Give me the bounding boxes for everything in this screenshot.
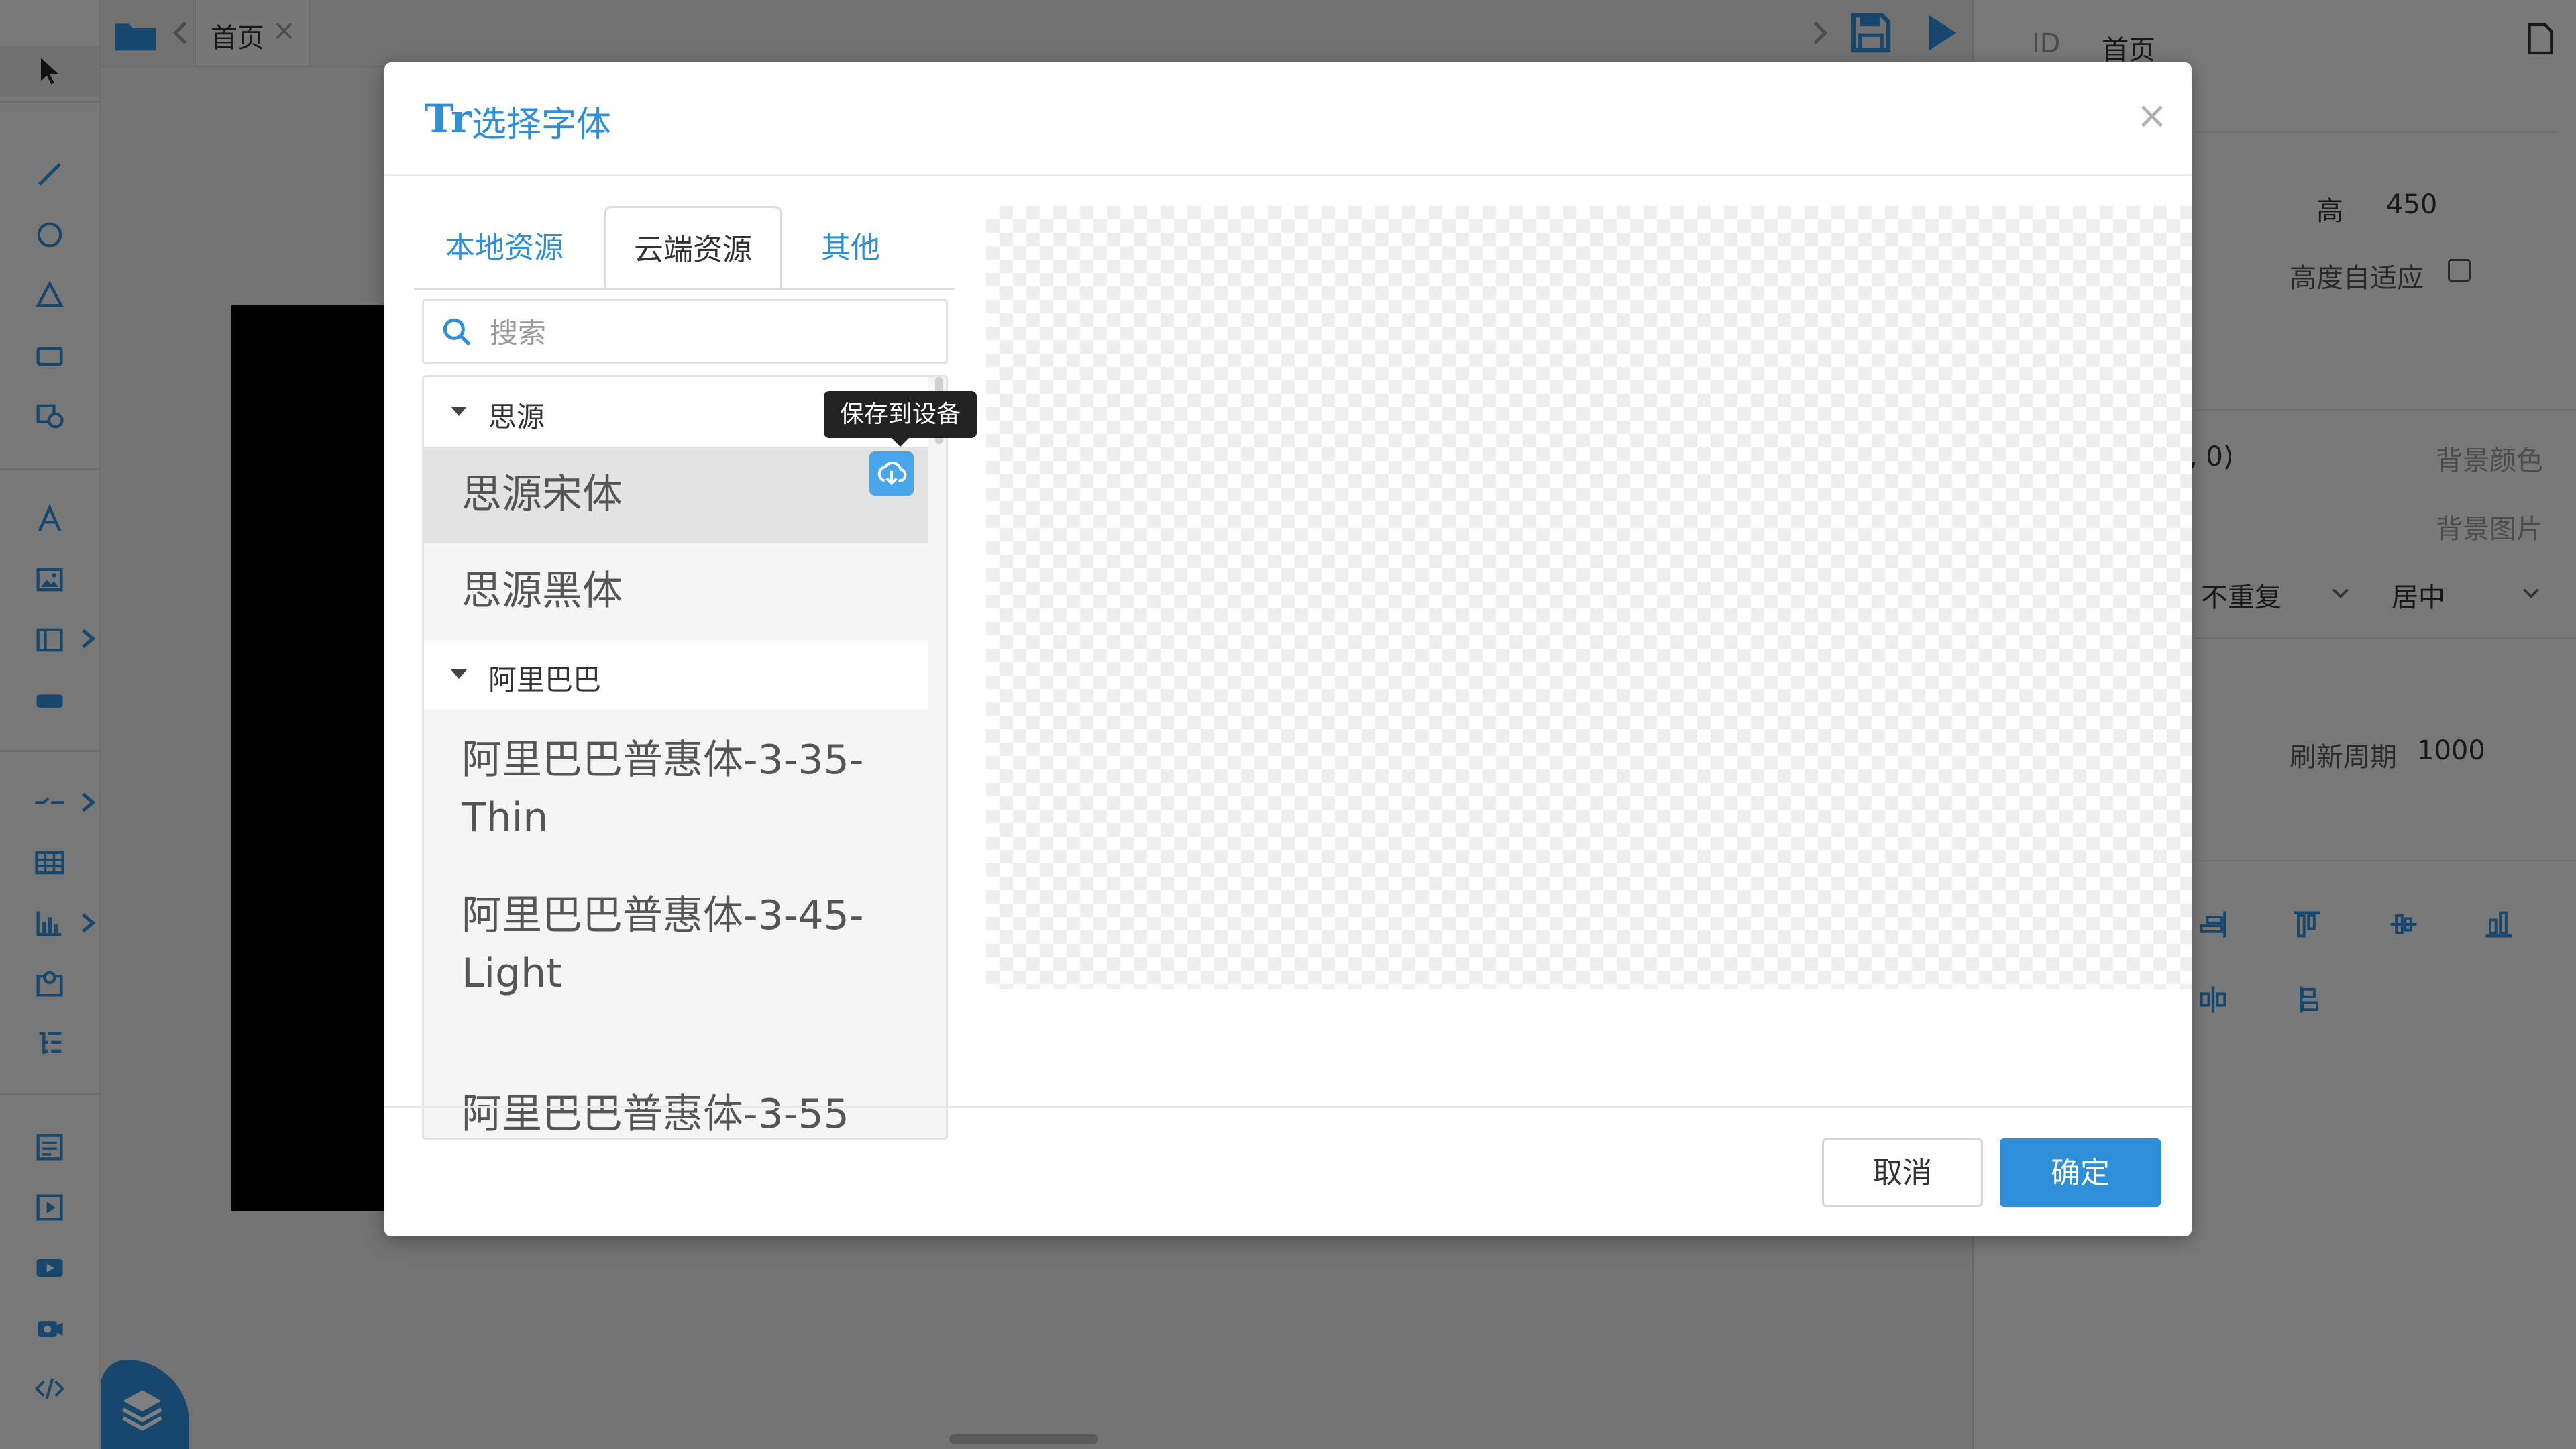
search-box[interactable] [422,299,948,364]
font-item-label: 思源宋体 [462,471,623,518]
tooltip-arrow [891,437,910,447]
font-item-siyuan-hei[interactable]: 思源黑体 [424,543,928,641]
group-label: 阿里巴巴 [488,663,602,696]
save-to-device-button[interactable] [869,451,914,496]
font-item-label: 阿里巴巴普惠体-3-55 [462,1091,849,1138]
tooltip: 保存到设备 [824,391,977,438]
tab-other[interactable]: 其他 [784,206,917,290]
font-item-label-line2: Thin [462,794,549,841]
search-icon [443,318,471,346]
font-item-alibaba-light[interactable]: 阿里巴巴普惠体-3-45- Light [424,864,928,1018]
font-preview-area [986,206,2192,989]
tab-underline [414,288,955,290]
font-item-label: 思源黑体 [462,568,623,614]
close-icon[interactable]: × [2129,93,2176,140]
tab-local-resources[interactable]: 本地资源 [414,206,595,290]
font-icon: Tr [425,96,472,142]
font-item-alibaba-thin[interactable]: 阿里巴巴普惠体-3-35- Thin [424,710,928,864]
font-item-label-line1: 阿里巴巴普惠体-3-35- [462,737,864,784]
caret-down-icon[interactable] [451,407,467,416]
tab-cloud-resources[interactable]: 云端资源 [604,206,782,290]
dialog-header: Tr 选择字体 × [384,62,2192,176]
group-label: 思源 [488,400,545,433]
group-alibaba[interactable]: 阿里巴巴 [424,640,928,711]
search-input[interactable] [488,309,920,357]
cloud-download-icon [877,461,907,486]
font-picker-dialog: Tr 选择字体 × 本地资源 云端资源 其他 思源 思源宋体 思源黑体 阿里巴巴… [384,62,2192,1236]
dialog-title: 选择字体 [472,105,612,145]
font-item-alibaba-regular[interactable]: 阿里巴巴普惠体-3-55 [424,1018,928,1138]
font-item-label-line2: Light [462,950,562,997]
font-item-label-line1: 阿里巴巴普惠体-3-45- [462,892,864,939]
font-item-siyuan-song[interactable]: 思源宋体 [424,447,928,545]
cancel-button[interactable]: 取消 [1822,1138,1983,1207]
caret-down-icon[interactable] [451,669,467,679]
confirm-button[interactable]: 确定 [2000,1138,2161,1207]
dialog-footer-divider [384,1106,2192,1108]
